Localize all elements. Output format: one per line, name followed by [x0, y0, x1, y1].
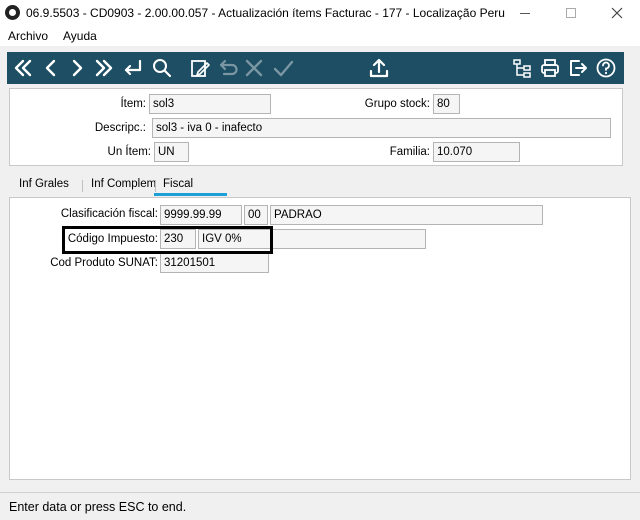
maximize-button[interactable]	[548, 0, 594, 26]
clasificacion-code-field[interactable]: 00	[244, 205, 268, 225]
menu-ayuda[interactable]: Ayuda	[63, 29, 97, 43]
status-bar: Enter data or press ESC to end.	[0, 492, 640, 520]
hierarchy-icon	[513, 59, 531, 78]
tab-separator	[82, 180, 83, 192]
tab-inf-complem[interactable]: Inf Complem	[91, 178, 155, 190]
confirm-icon	[273, 60, 294, 77]
clasificacion-fiscal-field[interactable]: 9999.99.99	[160, 205, 242, 225]
descripc-label: Descripc.:	[94, 122, 146, 134]
return-icon	[124, 59, 142, 76]
next-icon	[72, 59, 83, 77]
highlight-annotation	[62, 226, 273, 254]
item-label: Ítem:	[120, 98, 146, 110]
edit-icon	[191, 60, 210, 77]
return-button[interactable]	[120, 56, 144, 80]
tab-separator	[155, 180, 156, 192]
active-tab-indicator	[154, 193, 227, 196]
close-button[interactable]	[594, 0, 640, 26]
minimize-icon	[520, 12, 530, 14]
first-record-button[interactable]	[11, 56, 35, 80]
print-icon	[541, 59, 559, 77]
clasificacion-desc-field: PADRAO	[270, 205, 543, 225]
search-button[interactable]	[150, 56, 174, 80]
previous-record-button[interactable]	[39, 56, 63, 80]
toolbar	[7, 52, 624, 84]
familia-label: Familia:	[389, 146, 430, 158]
hierarchy-button[interactable]	[510, 56, 534, 80]
maximize-icon	[566, 8, 576, 18]
un-item-label: Un Ítem:	[107, 146, 151, 158]
last-icon	[95, 59, 113, 77]
cod-produto-sunat-label: Cod Produto SUNAT:	[50, 257, 158, 269]
exit-button[interactable]	[566, 56, 590, 80]
search-icon	[153, 59, 172, 78]
menu-bar: Archivo Ayuda	[0, 26, 640, 46]
undo-button[interactable]	[215, 56, 239, 80]
next-record-button[interactable]	[65, 56, 89, 80]
exit-icon	[570, 60, 587, 76]
descripc-field[interactable]: sol3 - iva 0 - inafecto	[152, 118, 611, 138]
undo-icon	[219, 59, 238, 76]
grupo-stock-field[interactable]: 80	[433, 94, 460, 114]
tab-inf-grales[interactable]: Inf Grales	[19, 178, 69, 190]
confirm-button[interactable]	[271, 56, 295, 80]
window-title: 06.9.5503 - CD0903 - 2.00.00.057 - Actua…	[26, 6, 505, 20]
print-button[interactable]	[538, 56, 562, 80]
close-icon	[611, 7, 623, 19]
cancel-icon	[245, 59, 263, 77]
previous-icon	[45, 59, 56, 77]
familia-field[interactable]: 10.070	[433, 142, 520, 162]
help-icon	[596, 58, 616, 78]
export-button[interactable]	[367, 56, 391, 80]
cancel-button[interactable]	[242, 56, 266, 80]
edit-button[interactable]	[188, 56, 212, 80]
tab-fiscal[interactable]: Fiscal	[163, 178, 193, 190]
application-window: 06.9.5503 - CD0903 - 2.00.00.057 - Actua…	[0, 0, 640, 520]
cod-produto-sunat-field[interactable]: 31201501	[160, 253, 269, 273]
status-message: Enter data or press ESC to end.	[9, 500, 187, 514]
last-record-button[interactable]	[92, 56, 116, 80]
item-field[interactable]: sol3	[149, 94, 271, 114]
tab-strip: Inf Grales Inf Complem Fiscal	[9, 172, 623, 196]
grupo-stock-label: Grupo stock:	[364, 98, 430, 110]
export-icon	[369, 58, 389, 78]
minimize-button[interactable]	[502, 0, 548, 26]
title-bar: 06.9.5503 - CD0903 - 2.00.00.057 - Actua…	[0, 0, 640, 26]
help-button[interactable]	[594, 56, 618, 80]
menu-archivo[interactable]: Archivo	[8, 29, 48, 43]
clasificacion-fiscal-label: Clasificación fiscal:	[60, 208, 158, 220]
un-item-field[interactable]: UN	[154, 142, 189, 162]
first-icon	[14, 59, 32, 77]
app-logo-icon	[5, 5, 20, 20]
